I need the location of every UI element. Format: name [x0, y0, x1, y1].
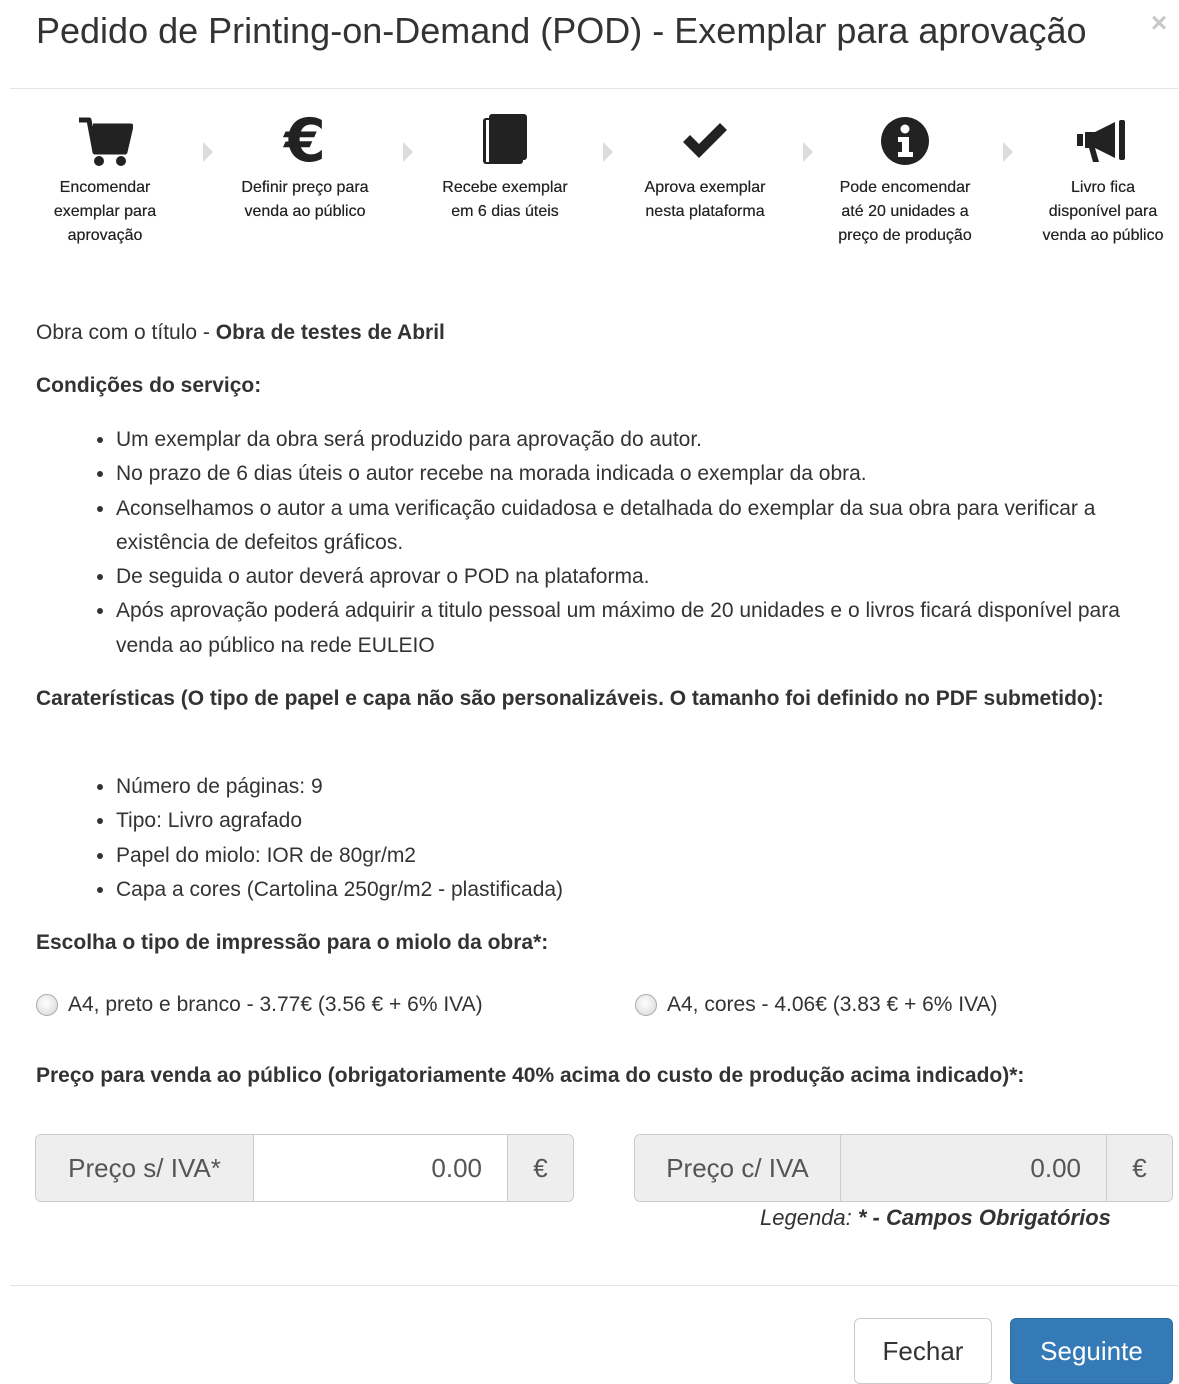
list-item: Tipo: Livro agrafado	[116, 804, 1156, 838]
book-icon	[483, 114, 527, 164]
list-item: Um exemplar da obra será produzido para …	[116, 423, 1156, 457]
list-item: Papel do miolo: IOR de 80gr/m2	[116, 839, 1156, 873]
print-option-bw[interactable]: A4, preto e branco - 3.77€ (3.56 € + 6% …	[36, 990, 483, 1020]
step-receive-sample: Recebe exemplar em 6 dias úteis	[435, 110, 575, 224]
step-label: Aprova exemplar nesta plataforma	[644, 179, 766, 220]
euro-icon: €	[284, 106, 326, 176]
step-label: Livro fica disponível para venda ao públ…	[1042, 179, 1164, 244]
list-item: De seguida o autor deverá aprovar o POD …	[116, 560, 1156, 594]
legend-prefix: Legenda:	[760, 1205, 858, 1230]
cart-icon	[79, 117, 133, 166]
price-without-vat-input[interactable]: 0.00	[253, 1135, 508, 1201]
legend-text: * - Campos Obrigatórios	[857, 1205, 1111, 1230]
check-icon	[683, 123, 727, 158]
modal-header: Pedido de Printing-on-Demand (POD) - Exe…	[0, 0, 1179, 88]
header-divider	[10, 88, 1178, 89]
price-with-vat-label: Preço c/ IVA	[635, 1135, 840, 1201]
step-label: Encomendar exemplar para aprovação	[53, 179, 157, 244]
currency-addon: €	[508, 1135, 573, 1201]
close-button[interactable]: ×	[1146, 8, 1172, 38]
currency-addon: €	[1107, 1135, 1172, 1201]
chevron-right-icon	[603, 142, 613, 162]
chevron-right-icon	[203, 142, 213, 162]
step-label: Pode encomendar até 20 unidades a preço …	[838, 179, 972, 244]
print-type-heading: Escolha o tipo de impressão para o miolo…	[36, 931, 549, 954]
bullhorn-icon	[1077, 120, 1125, 162]
radio-label: A4, cores - 4.06€ (3.83 € + 6% IVA)	[667, 993, 998, 1016]
price-heading: Preço para venda ao público (obrigatoria…	[36, 1064, 1025, 1087]
chevron-right-icon	[403, 142, 413, 162]
price-with-vat-input: 0.00	[840, 1135, 1107, 1201]
features-list: Número de páginas: 9 Tipo: Livro agrafad…	[36, 770, 1156, 907]
features-heading: Caraterísticas (O tipo de papel e capa n…	[36, 687, 1104, 710]
conditions-heading: Condições do serviço:	[36, 374, 262, 397]
price-with-vat-group: Preço c/ IVA 0.00 €	[634, 1134, 1173, 1202]
step-order-sample: Encomendar exemplar para aprovação	[35, 110, 175, 248]
list-item: Capa a cores (Cartolina 250gr/m2 - plast…	[116, 873, 1156, 907]
chevron-right-icon	[803, 142, 813, 162]
radio-label: A4, preto e branco - 3.77€ (3.56 € + 6% …	[68, 993, 483, 1016]
list-item: Após aprovação poderá adquirir a titulo …	[116, 594, 1156, 663]
work-title-line: Obra com o título - Obra de testes de Ab…	[36, 316, 445, 350]
price-without-vat-group: Preço s/ IVA* 0.00 €	[35, 1134, 574, 1202]
work-title: Obra de testes de Abril	[215, 321, 445, 344]
step-approve-sample: Aprova exemplar nesta plataforma	[635, 110, 775, 224]
info-icon	[881, 117, 929, 165]
close-footer-button[interactable]: Fechar	[854, 1318, 992, 1384]
legend: Legenda: * - Campos Obrigatórios	[760, 1201, 1111, 1235]
step-label: Recebe exemplar em 6 dias úteis	[442, 179, 568, 220]
next-button[interactable]: Seguinte	[1010, 1318, 1173, 1384]
modal-title: Pedido de Printing-on-Demand (POD) - Exe…	[36, 10, 1087, 51]
price-without-vat-label: Preço s/ IVA*	[36, 1135, 253, 1201]
print-option-color[interactable]: A4, cores - 4.06€ (3.83 € + 6% IVA)	[635, 990, 998, 1020]
list-item: Número de páginas: 9	[116, 770, 1156, 804]
step-available-for-sale: Livro fica disponível para venda ao públ…	[1033, 110, 1173, 248]
list-item: No prazo de 6 dias úteis o autor recebe …	[116, 457, 1156, 491]
step-set-price: € Definir preço para venda ao público	[235, 110, 375, 224]
step-label: Definir preço para venda ao público	[241, 179, 369, 220]
conditions-list: Um exemplar da obra será produzido para …	[36, 423, 1156, 663]
radio-color[interactable]	[635, 994, 657, 1016]
step-order-units: Pode encomendar até 20 unidades a preço …	[835, 110, 975, 248]
work-title-prefix: Obra com o título -	[36, 321, 216, 344]
chevron-right-icon	[1003, 142, 1013, 162]
list-item: Aconselhamos o autor a uma verificação c…	[116, 492, 1156, 561]
process-steps: Encomendar exemplar para aprovação € Def…	[0, 110, 1179, 300]
radio-bw[interactable]	[36, 994, 58, 1016]
footer-divider	[10, 1285, 1178, 1286]
